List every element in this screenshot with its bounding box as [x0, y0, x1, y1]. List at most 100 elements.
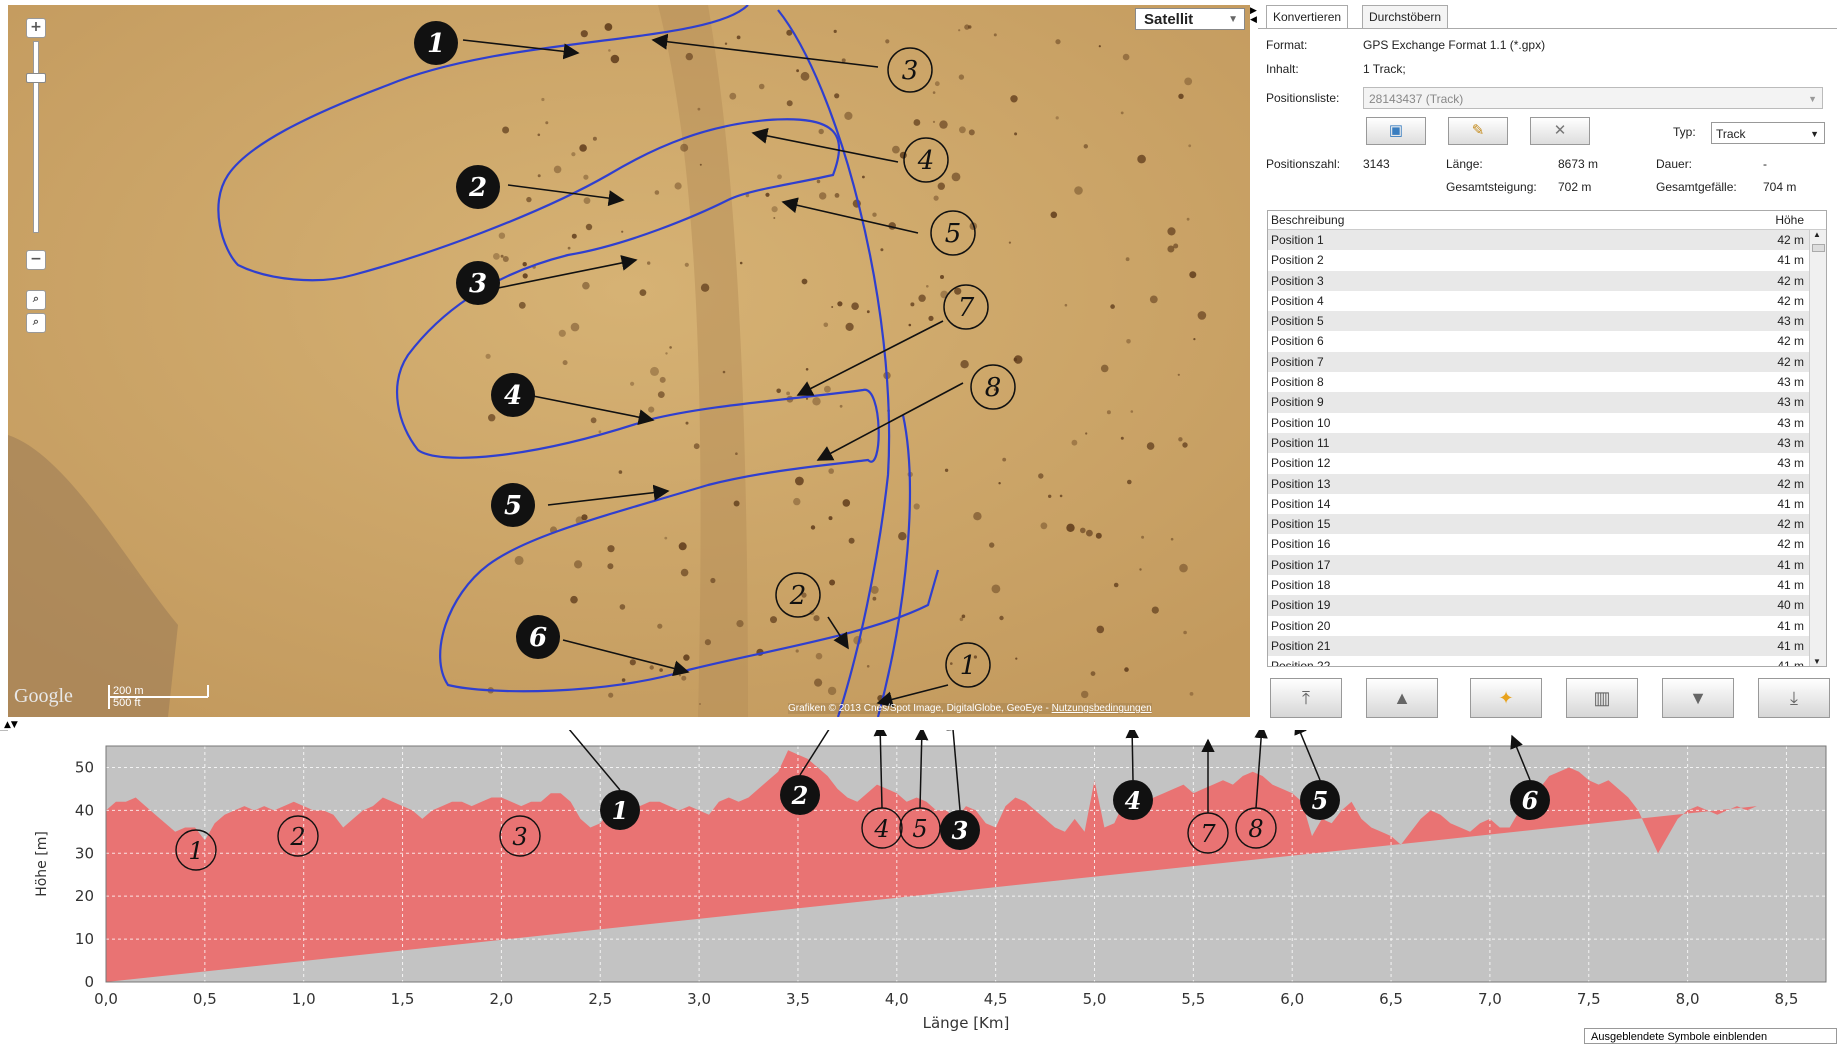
splitter-vertical[interactable]: ▶ ◀ — [1250, 5, 1258, 717]
position-height: 43 m — [1777, 456, 1804, 471]
list-item[interactable]: Position 19 40 m — [1268, 595, 1826, 616]
shrub-dot — [940, 275, 944, 279]
zoom-out-button[interactable]: − — [26, 250, 46, 270]
previous-position-button[interactable]: ▲ — [1366, 678, 1438, 718]
delete-button[interactable]: ✕ — [1530, 117, 1590, 145]
tab-durchstoebern[interactable]: Durchstöbern — [1362, 5, 1449, 29]
x-tick-label: 5,0 — [1083, 990, 1107, 1008]
shrub-dot — [993, 33, 997, 37]
list-item[interactable]: Position 21 41 m — [1268, 635, 1826, 657]
list-item[interactable]: Position 10 43 m — [1268, 413, 1826, 433]
last-position-button[interactable]: ⤓ — [1758, 678, 1830, 718]
list-item[interactable]: Position 1 42 m — [1268, 230, 1826, 251]
elevation-chart[interactable]: 0,0 0,5 1,0 1,5 2,0 2,5 3,0 3,5 4,0 4,5 5,0 5,5 6,0 6… — [8, 696, 1837, 1044]
shrub-dot — [1090, 671, 1096, 676]
zoom-fit-icon[interactable]: ⌕ — [26, 313, 46, 333]
list-item[interactable]: Position 6 42 m — [1268, 331, 1826, 351]
shrub-dot — [1167, 245, 1175, 253]
next-position-button[interactable]: ▼ — [1662, 678, 1734, 718]
zoom-area-icon[interactable]: ⌕ — [26, 290, 46, 310]
scroll-down-icon[interactable]: ▼ — [1813, 657, 1821, 666]
positionsliste-select[interactable]: 28143437 (Track) ▼ — [1363, 87, 1823, 109]
list-item[interactable]: Position 4 42 m — [1268, 291, 1826, 311]
first-position-button[interactable]: ⤒ — [1270, 678, 1342, 718]
shrub-dot — [1055, 39, 1061, 45]
terms-link[interactable]: Nutzungsbedingungen — [1052, 703, 1152, 714]
list-header[interactable]: Beschreibung Höhe — [1268, 211, 1826, 230]
shrub-dot — [880, 248, 884, 252]
map-canvas[interactable]: 1 2 3 4 5 6 1 2 3 4 5 7 8 — [8, 5, 1250, 717]
shrub-dot — [1177, 373, 1180, 376]
collapse-arrow-icon[interactable]: ▲▼ — [4, 720, 18, 730]
list-item[interactable]: Position 11 43 m — [1268, 432, 1826, 454]
shrub-dot — [685, 421, 689, 425]
list-item[interactable]: Position 7 42 m — [1268, 351, 1826, 373]
list-item[interactable]: Position 5 43 m — [1268, 311, 1826, 332]
position-height: 43 m — [1777, 415, 1804, 430]
x-tick-label: 4,5 — [984, 990, 1008, 1008]
add-waypoint-button[interactable]: ✦ — [1470, 678, 1542, 718]
list-item[interactable]: Position 15 42 m — [1268, 514, 1826, 535]
position-height: 43 m — [1777, 314, 1804, 329]
shrub-dot — [685, 52, 693, 61]
list-item[interactable]: Position 3 42 m — [1268, 270, 1826, 291]
skip-first-icon: ⤒ — [1302, 688, 1310, 708]
shrub-dot — [818, 128, 824, 135]
shrub-dot — [681, 675, 687, 681]
scroll-up-icon[interactable]: ▲ — [1813, 230, 1821, 239]
shrub-dot — [571, 152, 576, 157]
list-item[interactable]: Position 14 41 m — [1268, 494, 1826, 514]
list-item[interactable]: Position 8 43 m — [1268, 372, 1826, 392]
shrub-dot — [1178, 437, 1183, 442]
shrub-dot — [908, 323, 912, 327]
column-header-beschreibung[interactable]: Beschreibung — [1271, 213, 1344, 227]
position-list[interactable]: Beschreibung Höhe Position 1 42 m Position… — [1267, 210, 1827, 667]
position-height: 40 m — [1777, 598, 1804, 613]
shrub-dot — [793, 497, 801, 506]
shrub-dot — [574, 560, 583, 569]
list-item[interactable]: Position 2 41 m — [1268, 250, 1826, 270]
shrub-dot — [819, 192, 827, 200]
shrub-dot — [968, 129, 975, 136]
list-item[interactable]: Position 9 43 m — [1268, 392, 1826, 413]
position-height: 41 m — [1777, 253, 1804, 268]
annotation-label: 1 — [960, 651, 977, 681]
column-header-hoehe[interactable]: Höhe — [1775, 211, 1804, 229]
load-button[interactable]: ▣ — [1366, 117, 1426, 145]
delete-position-button[interactable]: ▥ — [1566, 678, 1638, 718]
position-name: Position 4 — [1271, 293, 1324, 308]
position-name: Position 5 — [1271, 314, 1324, 329]
zoom-slider-track[interactable] — [33, 41, 39, 233]
position-height: 42 m — [1777, 537, 1804, 552]
tab-konvertieren[interactable]: Konvertieren — [1266, 5, 1349, 29]
shrub-dot — [1127, 479, 1132, 485]
list-item[interactable]: Position 12 43 m — [1268, 453, 1826, 473]
list-item[interactable]: Position 20 41 m — [1268, 616, 1826, 636]
list-item[interactable]: Position 16 42 m — [1268, 534, 1826, 554]
list-item[interactable]: Position 18 41 m — [1268, 575, 1826, 595]
zoom-in-button[interactable]: + — [26, 18, 46, 38]
show-hidden-symbols-button[interactable]: Ausgeblendete Symbole einblenden — [1584, 1028, 1837, 1044]
shrub-dot — [844, 111, 853, 120]
list-item[interactable]: Position 13 42 m — [1268, 473, 1826, 494]
x-tick-label: 1,0 — [292, 990, 316, 1008]
shrub-dot — [581, 514, 588, 521]
y-tick-label: 30 — [75, 844, 94, 862]
gesamtgefaelle-value: 704 m — [1763, 180, 1797, 194]
shrub-dot — [659, 376, 666, 383]
shrub-dot — [1085, 432, 1088, 435]
elevation-profile[interactable]: 0,0 0,5 1,0 1,5 2,0 2,5 3,0 3,5 4,0 4,5 5,0 5,5 6,0 6… — [8, 696, 1837, 1044]
zoom-slider-handle[interactable] — [26, 73, 46, 83]
scrollbar-thumb[interactable] — [1812, 244, 1825, 252]
gesamtgefaelle-label: Gesamtgefälle: — [1656, 180, 1737, 194]
collapse-arrow-icon[interactable]: ▶ ◀ — [1250, 7, 1257, 25]
satellite-map[interactable]: 1234561234578 + − ⌕ ⌕ Satellit ▼ Google … — [8, 5, 1250, 717]
list-scrollbar[interactable]: ▲ ▼ — [1809, 230, 1826, 666]
list-item[interactable]: Position 17 41 m — [1268, 554, 1826, 576]
shrub-dot — [831, 306, 834, 308]
edit-button[interactable]: ✎ — [1448, 117, 1508, 145]
shrub-dot — [621, 230, 624, 233]
list-item[interactable]: Position 22 41 m — [1268, 656, 1826, 666]
map-layer-dropdown[interactable]: Satellit ▼ — [1135, 8, 1245, 30]
typ-select[interactable]: Track ▼ — [1711, 122, 1825, 144]
